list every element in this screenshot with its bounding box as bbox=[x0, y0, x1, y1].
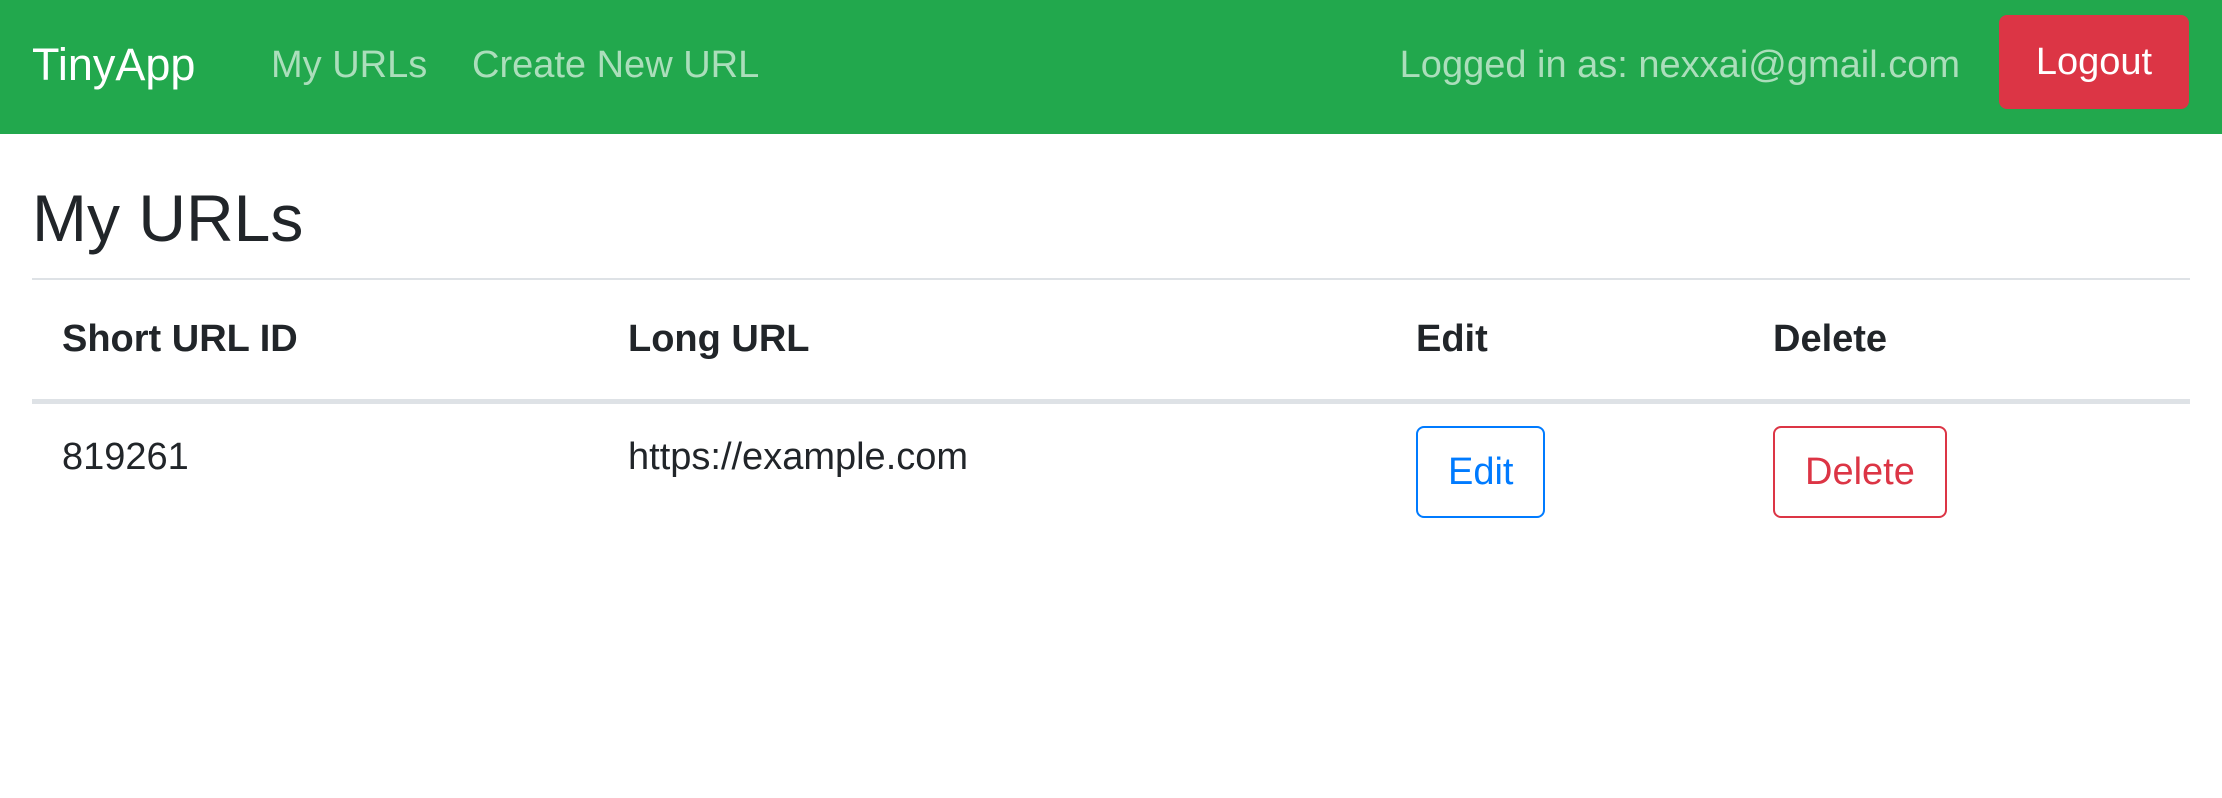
table-header: Short URL ID Long URL Edit Delete bbox=[32, 279, 2190, 401]
logout-button[interactable]: Logout bbox=[1999, 15, 2189, 109]
delete-button[interactable]: Delete bbox=[1773, 425, 1947, 518]
table-row: 819261 https://example.com Edit Delete bbox=[32, 401, 2190, 531]
logged-in-status: Logged in as: nexxai@gmail.com bbox=[1399, 44, 1960, 86]
short-url-id-cell: 819261 bbox=[62, 435, 189, 478]
header-short-url-id: Short URL ID bbox=[62, 317, 298, 360]
nav-link-create-new-url[interactable]: Create New URL bbox=[472, 40, 759, 90]
header-edit: Edit bbox=[1416, 317, 1488, 360]
table-header-row: Short URL ID Long URL Edit Delete bbox=[32, 279, 2190, 401]
table-body: 819261 https://example.com Edit Delete bbox=[32, 401, 2190, 531]
navbar: TinyApp My URLs Create New URL Logged in… bbox=[0, 0, 2222, 134]
header-delete: Delete bbox=[1773, 317, 1888, 360]
edit-button[interactable]: Edit bbox=[1416, 425, 1546, 518]
long-url-cell: https://example.com bbox=[628, 435, 969, 478]
brand-link[interactable]: TinyApp bbox=[32, 36, 195, 94]
urls-table: Short URL ID Long URL Edit Delete 819261… bbox=[32, 278, 2190, 531]
nav-link-my-urls[interactable]: My URLs bbox=[271, 40, 427, 90]
edit-cell: Edit bbox=[1386, 401, 1743, 531]
delete-cell: Delete bbox=[1743, 401, 2190, 531]
page-title: My URLs bbox=[32, 181, 304, 255]
header-long-url: Long URL bbox=[628, 317, 810, 360]
